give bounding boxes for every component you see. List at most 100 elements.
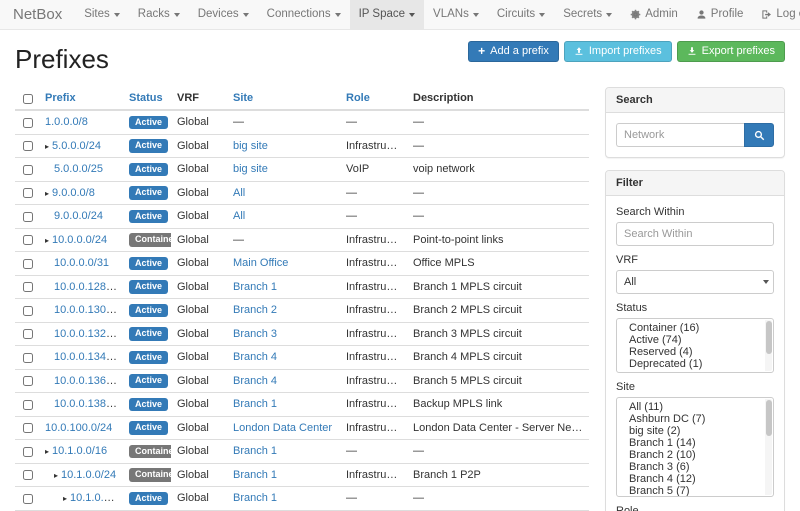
nav-item-admin[interactable]: Admin (621, 0, 687, 29)
row-checkbox[interactable] (23, 329, 33, 339)
site-link[interactable]: Branch 1 (233, 398, 277, 410)
row-checkbox[interactable] (23, 494, 33, 504)
select-all-checkbox[interactable] (23, 94, 33, 104)
site-link[interactable]: big site (233, 140, 268, 152)
prefix-link[interactable]: 10.0.0.128/31 (54, 281, 121, 293)
prefix-link[interactable]: 5.0.0.0/24 (52, 140, 101, 152)
row-checkbox[interactable] (23, 353, 33, 363)
prefix-link[interactable]: 10.1.0.0/24 (61, 469, 116, 481)
prefix-link[interactable]: 10.1.0.0/16 (52, 445, 107, 457)
prefix-link[interactable]: 9.0.0.0/24 (54, 210, 103, 222)
export-prefixes-button[interactable]: Export prefixes (677, 41, 785, 62)
row-checkbox[interactable] (23, 306, 33, 316)
search-button[interactable] (744, 123, 774, 147)
row-checkbox[interactable] (23, 118, 33, 128)
listbox-option[interactable]: Deprecated (1) (617, 358, 773, 370)
row-checkbox[interactable] (23, 282, 33, 292)
site-link[interactable]: All (233, 187, 245, 199)
row-checkbox[interactable] (23, 259, 33, 269)
site-link[interactable]: big site (233, 163, 268, 175)
nav-item-sites[interactable]: Sites (75, 0, 129, 29)
row-checkbox[interactable] (23, 423, 33, 433)
navbar-right-menu: AdminProfileLog out (621, 0, 800, 29)
site-link[interactable]: London Data Center (233, 422, 332, 434)
prefix-link[interactable]: 9.0.0.0/8 (52, 187, 95, 199)
row-checkbox[interactable] (23, 447, 33, 457)
prefix-link[interactable]: 10.0.100.0/24 (45, 422, 112, 434)
prefix-link[interactable]: 10.0.0.0/31 (54, 257, 109, 269)
prefix-link[interactable]: 10.0.0.0/24 (52, 234, 107, 246)
site-cell: — (227, 228, 340, 252)
status-badge: Active (129, 421, 168, 435)
listbox-option[interactable]: big site (2) (617, 425, 773, 437)
listbox-option[interactable]: Reserved (4) (617, 346, 773, 358)
listbox-option[interactable]: All (11) (617, 401, 773, 413)
site-link[interactable]: Branch 1 (233, 445, 277, 457)
prefix-link[interactable]: 10.0.0.138/31 (54, 398, 121, 410)
sort-link-role[interactable]: Role (346, 92, 370, 104)
prefix-link[interactable]: 10.1.0.0/25 (70, 492, 123, 504)
gear-icon (630, 9, 641, 20)
prefix-link[interactable]: 10.0.0.130/31 (54, 304, 121, 316)
row-checkbox[interactable] (23, 400, 33, 410)
listbox-option[interactable]: Branch 5 (7) (617, 485, 773, 497)
site-listbox[interactable]: All (11)Ashburn DC (7)big site (2)Branch… (616, 397, 774, 497)
prefix-link[interactable]: 10.0.0.136/31 (54, 375, 121, 387)
vrf-select[interactable]: All (616, 270, 774, 294)
nav-item-devices[interactable]: Devices (189, 0, 258, 29)
vrf-cell: Global (171, 346, 227, 370)
site-link[interactable]: Main Office (233, 257, 288, 269)
status-badge: Active (129, 374, 168, 388)
sort-link-site[interactable]: Site (233, 92, 253, 104)
sort-link-status[interactable]: Status (129, 92, 163, 104)
nav-item-profile[interactable]: Profile (687, 0, 753, 29)
vrf-cell: Global (171, 369, 227, 393)
site-link[interactable]: All (233, 210, 245, 222)
sort-link-prefix[interactable]: Prefix (45, 92, 76, 104)
nav-item-vlans[interactable]: VLANs (424, 0, 488, 29)
nav-item-secrets[interactable]: Secrets (554, 0, 621, 29)
listbox-option[interactable]: Branch 4 (12) (617, 473, 773, 485)
site-link[interactable]: Branch 1 (233, 469, 277, 481)
site-link[interactable]: Branch 1 (233, 281, 277, 293)
nav-item-log-out[interactable]: Log out (752, 0, 800, 29)
row-checkbox[interactable] (23, 188, 33, 198)
prefix-link[interactable]: 5.0.0.0/25 (54, 163, 103, 175)
row-checkbox[interactable] (23, 470, 33, 480)
listbox-option[interactable]: Container (16) (617, 322, 773, 334)
site-link[interactable]: Branch 4 (233, 375, 277, 387)
prefix-link[interactable]: 10.0.0.132/31 (54, 328, 121, 340)
site-link[interactable]: Branch 4 (233, 351, 277, 363)
site-link[interactable]: Branch 1 (233, 492, 277, 504)
row-checkbox[interactable] (23, 165, 33, 175)
scrollbar[interactable] (765, 399, 772, 495)
prefix-link[interactable]: 1.0.0.0/8 (45, 116, 88, 128)
row-checkbox[interactable] (23, 235, 33, 245)
add-a-prefix-button[interactable]: +Add a prefix (468, 41, 559, 62)
navbar-brand[interactable]: NetBox (0, 0, 75, 29)
search-within-input[interactable] (616, 222, 774, 246)
search-input[interactable] (616, 123, 744, 147)
row-checkbox[interactable] (23, 141, 33, 151)
listbox-option[interactable]: Active (74) (617, 334, 773, 346)
table-row: ▸5.0.0.0/24ActiveGlobalbig siteInfrastru… (15, 134, 589, 158)
nav-item-circuits[interactable]: Circuits (488, 0, 554, 29)
role-cell: Infrastructure (340, 416, 407, 440)
import-prefixes-button[interactable]: Import prefixes (564, 41, 672, 62)
nav-item-connections[interactable]: Connections (258, 0, 350, 29)
listbox-option[interactable]: Ashburn DC (7) (617, 413, 773, 425)
prefix-link[interactable]: 10.0.0.134/31 (54, 351, 121, 363)
row-checkbox[interactable] (23, 212, 33, 222)
listbox-option[interactable]: Branch 2 (10) (617, 449, 773, 461)
row-checkbox[interactable] (23, 376, 33, 386)
nav-item-ip-space[interactable]: IP Space (350, 0, 424, 29)
site-link[interactable]: Branch 3 (233, 328, 277, 340)
status-listbox[interactable]: Container (16)Active (74)Reserved (4)Dep… (616, 318, 774, 373)
nav-item-racks[interactable]: Racks (129, 0, 189, 29)
listbox-option[interactable]: Branch 3 (6) (617, 461, 773, 473)
scrollbar[interactable] (765, 320, 772, 371)
site-cell: Branch 2 (227, 299, 340, 323)
vrf-cell: Global (171, 181, 227, 205)
listbox-option[interactable]: Branch 1 (14) (617, 437, 773, 449)
site-link[interactable]: Branch 2 (233, 304, 277, 316)
